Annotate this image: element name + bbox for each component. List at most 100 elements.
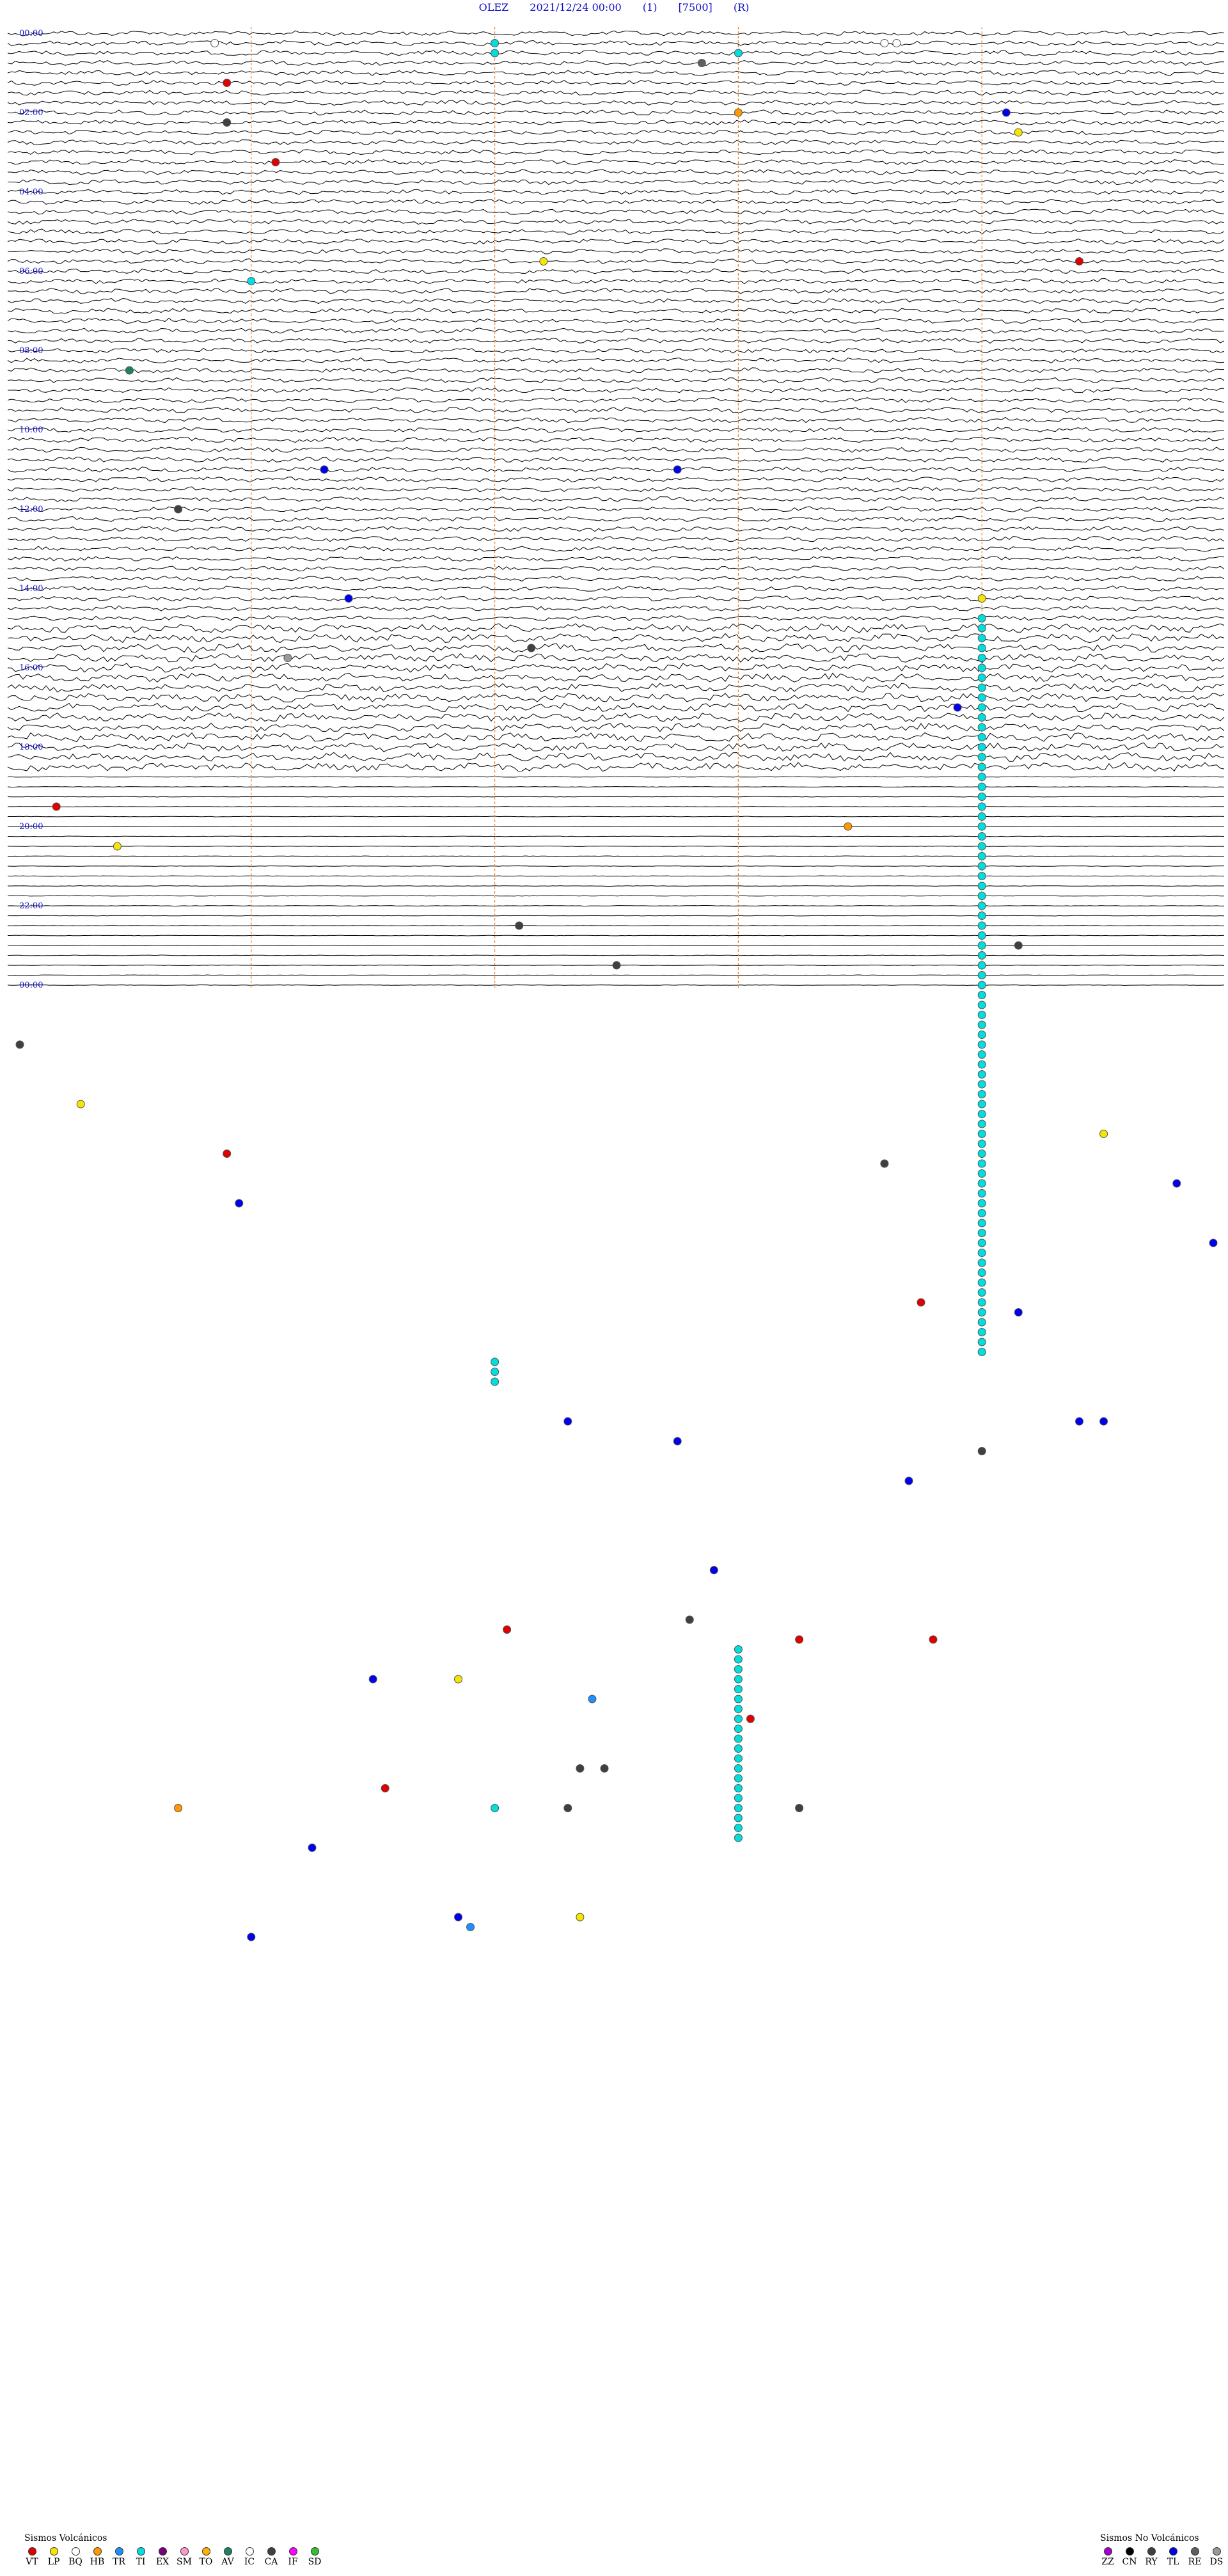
trace-line [7, 954, 1225, 956]
event-marker [491, 39, 500, 47]
event-marker [977, 683, 986, 692]
event-marker [977, 1040, 986, 1049]
trace-line [7, 436, 1225, 443]
event-marker [734, 1655, 743, 1664]
legend-item: CA [264, 2547, 279, 2567]
legend-code: BQ [68, 2557, 83, 2567]
trace-line [7, 347, 1225, 354]
trace-line [7, 407, 1225, 413]
legend-item: IF [285, 2547, 301, 2567]
event-marker [977, 1060, 986, 1069]
trace-line [7, 278, 1225, 285]
event-marker [1014, 128, 1023, 137]
event-marker [977, 862, 986, 871]
trace-line [7, 446, 1225, 453]
legend-dot-icon [136, 2547, 145, 2556]
legend-code: SD [308, 2557, 322, 2567]
event-marker [454, 1675, 462, 1684]
legend-code: IF [288, 2557, 298, 2567]
time-label: 10:00 [19, 425, 43, 435]
seismic-traces [7, 30, 1225, 986]
event-marker [734, 1764, 743, 1773]
legend-code: EX [155, 2557, 169, 2567]
event-marker [977, 961, 986, 970]
event-marker [1099, 1417, 1108, 1426]
event-marker [977, 1219, 986, 1228]
event-marker [977, 1159, 986, 1168]
trace-line [7, 79, 1225, 86]
trace-line [8, 885, 1225, 887]
event-marker [734, 1685, 743, 1693]
event-marker [977, 1050, 986, 1059]
trace-line [7, 239, 1225, 245]
trace-line [7, 288, 1225, 294]
trace-line [7, 623, 1225, 633]
event-marker [977, 773, 986, 781]
event-marker [844, 822, 853, 831]
event-marker [734, 1645, 743, 1654]
trace-line [7, 555, 1225, 562]
event-marker [977, 941, 986, 950]
trace-line [7, 337, 1225, 344]
event-marker [977, 614, 986, 622]
trace-line [7, 633, 1225, 644]
event-marker [977, 892, 986, 900]
event-marker [1002, 108, 1011, 117]
trace-line [8, 835, 1225, 837]
event-marker [1075, 1417, 1083, 1426]
event-marker [977, 1338, 986, 1347]
event-marker [491, 1377, 500, 1386]
trace-line [7, 456, 1225, 462]
legend-code: CA [264, 2557, 278, 2567]
legend-dot-icon [267, 2547, 276, 2556]
event-marker [746, 1714, 755, 1723]
legend-code: IC [244, 2557, 255, 2567]
event-marker [223, 1150, 232, 1158]
event-marker [15, 1040, 24, 1049]
event-marker [977, 1130, 986, 1138]
legend-volcanic-items: VT LP BQ HB TR TI EX SM TO AV IC CA IF SD [24, 2547, 322, 2567]
trace-line [8, 816, 1225, 818]
trace-line [7, 935, 1225, 936]
trace-line [7, 209, 1225, 215]
event-marker [977, 1268, 986, 1277]
trace-line [7, 865, 1225, 867]
event-marker [734, 1714, 743, 1723]
event-marker [977, 852, 986, 860]
trace-line [7, 825, 1225, 827]
legend-code: AV [221, 2557, 234, 2567]
event-marker [210, 39, 219, 47]
legend-dot-icon [288, 2547, 297, 2556]
trace-line [7, 496, 1225, 502]
trace-line [7, 506, 1225, 512]
time-label: 00:00 [19, 29, 43, 38]
trace-line [7, 189, 1225, 195]
legend-dot-icon [245, 2547, 254, 2556]
trace-line [7, 129, 1225, 136]
event-marker [977, 723, 986, 732]
event-marker [977, 1229, 986, 1237]
event-marker [917, 1298, 925, 1307]
event-marker [977, 931, 986, 940]
event-marker [320, 465, 329, 474]
event-marker [612, 961, 621, 970]
event-marker [734, 1744, 743, 1753]
event-marker [977, 663, 986, 672]
trace-line [7, 732, 1225, 743]
event-marker [977, 644, 986, 652]
event-marker [1014, 941, 1023, 950]
legend-item: TR [111, 2547, 127, 2567]
legend-item: VT [24, 2547, 40, 2567]
event-marker [491, 1804, 500, 1812]
event-marker [673, 465, 682, 474]
legend-nonvolcanic-items: ZZ CN RY TL RE DS [1100, 2547, 1224, 2567]
event-marker [308, 1844, 317, 1852]
event-marker [734, 1725, 743, 1733]
legend-dot-icon [93, 2547, 102, 2556]
legend-dot-icon [158, 2547, 167, 2556]
legend-volcanic-title: Sismos Volcánicos [24, 2533, 107, 2543]
event-marker [977, 1080, 986, 1089]
event-marker [1172, 1179, 1181, 1188]
legend-dot-icon [1125, 2547, 1134, 2556]
legend-item: SD [307, 2547, 322, 2567]
